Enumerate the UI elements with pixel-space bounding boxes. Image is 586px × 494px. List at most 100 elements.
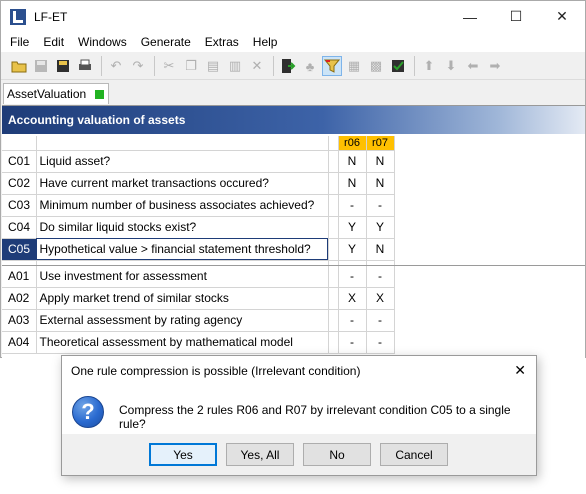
dialog-close-icon[interactable]: ✕ — [514, 362, 526, 379]
rule-cell-r06[interactable]: X — [338, 287, 367, 310]
action-text[interactable]: Use investment for assessment — [36, 265, 329, 288]
rule-cell-r06[interactable]: - — [338, 331, 367, 354]
tree-icon[interactable]: ♣ — [300, 56, 320, 76]
redo-icon[interactable]: ↷ — [128, 56, 148, 76]
rule-cell-r07[interactable]: - — [366, 309, 395, 332]
condition-id[interactable]: C03 — [2, 194, 37, 217]
tab-label: AssetValuation — [7, 87, 87, 101]
menu-edit[interactable]: Edit — [36, 35, 71, 49]
condition-row[interactable]: C05 Hypothetical value > financial statem… — [2, 238, 585, 261]
action-id[interactable]: A01 — [2, 265, 37, 288]
action-id[interactable]: A03 — [2, 309, 37, 332]
decision-table: r06 r07 C01 Liquid asset? N N C02 Have current … — [2, 136, 585, 354]
toolbar-separator — [101, 56, 102, 76]
condition-text[interactable]: Have current market transactions occured… — [36, 172, 329, 195]
rule-cell-r07[interactable]: - — [366, 265, 395, 288]
dialog-buttons: Yes Yes, All No Cancel — [62, 434, 536, 475]
condition-text[interactable]: Liquid asset? — [36, 150, 329, 173]
rule-cell-r06[interactable]: - — [338, 194, 367, 217]
copy-icon[interactable]: ❐ — [181, 56, 201, 76]
no-button[interactable]: No — [303, 443, 371, 466]
save-as-icon[interactable] — [53, 56, 73, 76]
rule-header[interactable]: r06 — [338, 136, 367, 151]
rule-cell-r06[interactable]: N — [338, 172, 367, 195]
paste-icon[interactable]: ▤ — [203, 56, 223, 76]
menu-bar: File Edit Windows Generate Extras Help — [1, 32, 585, 52]
arrow-up-icon[interactable]: ⬆ — [419, 56, 439, 76]
condition-row[interactable]: C04 Do similar liquid stocks exist? Y Y — [2, 216, 585, 239]
save-icon[interactable] — [31, 56, 51, 76]
table-view-icon[interactable]: ▦ — [344, 56, 364, 76]
window-title: LF-ET — [34, 9, 68, 24]
rule-header[interactable]: r07 — [366, 136, 395, 151]
row-gap — [328, 150, 339, 173]
action-row[interactable]: A03 External assessment by rating agency -… — [2, 309, 585, 332]
rule-cell-r07[interactable]: - — [366, 194, 395, 217]
action-text[interactable]: Theoretical assessment by mathematical m… — [36, 331, 329, 354]
cancel-button[interactable]: Cancel — [380, 443, 448, 466]
open-folder-icon[interactable] — [9, 56, 29, 76]
rule-header-row: r06 r07 — [2, 136, 585, 151]
status-indicator-icon — [95, 89, 105, 99]
grid-view-icon[interactable]: ▩ — [366, 56, 386, 76]
rule-cell-r07[interactable]: Y — [366, 216, 395, 239]
menu-windows[interactable]: Windows — [71, 35, 134, 49]
condition-row[interactable]: C02 Have current market transactions occu… — [2, 172, 585, 195]
condition-id[interactable]: C04 — [2, 216, 37, 239]
condition-id[interactable]: C01 — [2, 150, 37, 173]
rule-cell-r06[interactable]: - — [338, 265, 367, 288]
condition-row[interactable]: C03 Minimum number of business associates… — [2, 194, 585, 217]
arrow-right-icon[interactable]: ➡ — [485, 56, 505, 76]
maximize-button[interactable]: ☐ — [493, 1, 539, 32]
menu-generate[interactable]: Generate — [134, 35, 198, 49]
table-title: Accounting valuation of assets — [2, 106, 585, 134]
yes-all-button[interactable]: Yes, All — [226, 443, 294, 466]
condition-text[interactable]: Do similar liquid stocks exist? — [36, 216, 329, 239]
rule-cell-r07[interactable]: - — [366, 331, 395, 354]
action-text[interactable]: External assessment by rating agency — [36, 309, 329, 332]
cut-icon[interactable]: ✂ — [159, 56, 179, 76]
import-icon[interactable] — [278, 56, 298, 76]
condition-text[interactable]: Hypothetical value > financial statement… — [36, 238, 329, 261]
action-row[interactable]: A01 Use investment for assessment - - — [2, 265, 585, 288]
minimize-button[interactable]: — — [447, 1, 493, 32]
header-blank — [2, 136, 37, 151]
rule-cell-r06[interactable]: Y — [338, 216, 367, 239]
undo-icon[interactable]: ↶ — [106, 56, 126, 76]
rule-cell-r07[interactable]: X — [366, 287, 395, 310]
action-text[interactable]: Apply market trend of similar stocks — [36, 287, 329, 310]
condition-text[interactable]: Minimum number of business associates ac… — [36, 194, 329, 217]
rule-cell-r06[interactable]: - — [338, 309, 367, 332]
rule-cell-r06[interactable]: Y — [338, 238, 367, 261]
menu-help[interactable]: Help — [246, 35, 285, 49]
rule-cell-r06[interactable]: N — [338, 150, 367, 173]
arrow-down-icon[interactable]: ⬇ — [441, 56, 461, 76]
condition-row[interactable]: C01 Liquid asset? N N — [2, 150, 585, 173]
action-row[interactable]: A02 Apply market trend of similar stocks X… — [2, 287, 585, 310]
close-button[interactable]: ✕ — [539, 1, 585, 32]
delete-icon[interactable]: ✕ — [247, 56, 267, 76]
row-gap — [328, 331, 339, 354]
tab-asset-valuation[interactable]: AssetValuation — [3, 83, 109, 104]
yes-button[interactable]: Yes — [149, 443, 217, 466]
rule-cell-r07[interactable]: N — [366, 172, 395, 195]
rule-compression-icon[interactable] — [322, 56, 342, 76]
rule-cell-r07[interactable]: N — [366, 150, 395, 173]
rule-cell-r07[interactable]: N — [366, 238, 395, 261]
toolbar: ↶ ↷ ✂ ❐ ▤ ▥ ✕ ♣ ▦ ▩ ⬆ ⬇ ⬅ ➡ — [1, 53, 585, 80]
arrow-left-icon[interactable]: ⬅ — [463, 56, 483, 76]
print-icon[interactable] — [75, 56, 95, 76]
action-id[interactable]: A02 — [2, 287, 37, 310]
condition-id[interactable]: C05 — [2, 238, 37, 261]
menu-file[interactable]: File — [3, 35, 36, 49]
decision-table-view: Accounting valuation of assets r06 r07 C01… — [2, 105, 585, 358]
action-row[interactable]: A04 Theoretical assessment by mathematica… — [2, 331, 585, 354]
title-bar: LF-ET — ☐ ✕ — [1, 1, 585, 32]
check-table-icon[interactable] — [388, 56, 408, 76]
row-gap — [328, 287, 339, 310]
condition-id[interactable]: C02 — [2, 172, 37, 195]
row-rest — [394, 238, 585, 260]
menu-extras[interactable]: Extras — [198, 35, 246, 49]
paste-special-icon[interactable]: ▥ — [225, 56, 245, 76]
action-id[interactable]: A04 — [2, 331, 37, 354]
